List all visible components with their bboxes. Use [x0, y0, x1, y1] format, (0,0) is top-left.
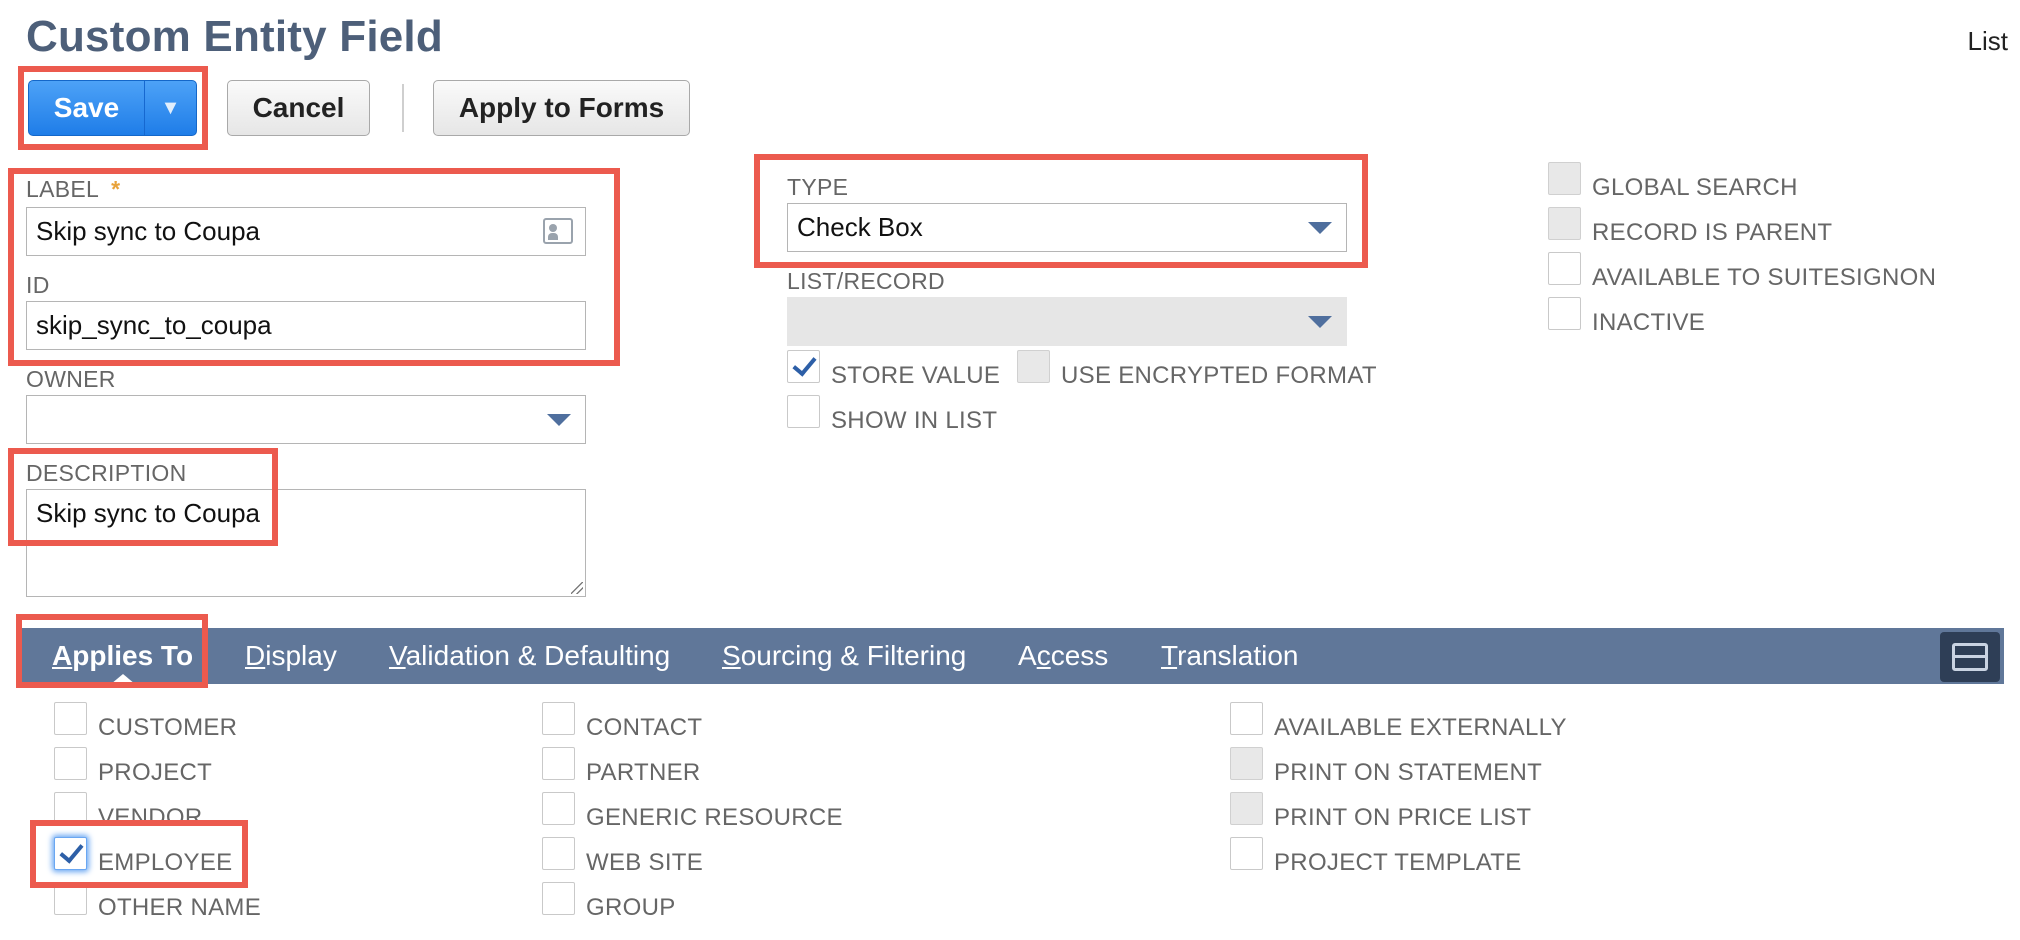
other-name-checkbox[interactable]	[54, 882, 87, 915]
employee-label: EMPLOYEE	[98, 849, 233, 876]
description-field-caption: DESCRIPTION	[26, 460, 187, 486]
generic-resource-label: GENERIC RESOURCE	[586, 804, 843, 831]
group-checkbox[interactable]	[542, 882, 575, 915]
subtab-bar: Applies To Display Validation & Defaulti…	[16, 628, 2004, 684]
tab-validation-defaulting[interactable]: Validation & Defaulting	[389, 628, 670, 684]
page-title: Custom Entity Field	[26, 12, 443, 61]
dropdown-arrow-icon	[1308, 221, 1332, 234]
required-mark: *	[111, 176, 121, 202]
toolbar-divider	[402, 84, 404, 132]
project-checkbox[interactable]	[54, 747, 87, 780]
employee-checkbox[interactable]	[54, 837, 87, 870]
id-input-value: skip_sync_to_coupa	[36, 310, 272, 340]
vendor-label: VENDOR	[98, 804, 203, 831]
contact-checkbox[interactable]	[542, 702, 575, 735]
print-on-statement-label: PRINT ON STATEMENT	[1274, 759, 1543, 786]
print-on-price-list-checkbox	[1230, 792, 1263, 825]
global-search-checkbox	[1548, 162, 1581, 195]
id-input[interactable]: skip_sync_to_coupa	[26, 301, 586, 350]
available-to-suitesignon-label: AVAILABLE TO SUITESIGNON	[1592, 264, 1937, 291]
customer-checkbox[interactable]	[54, 702, 87, 735]
available-to-suitesignon-checkbox[interactable]	[1548, 252, 1581, 285]
use-encrypted-format-checkbox	[1017, 350, 1050, 383]
description-textarea[interactable]: Skip sync to Coupa	[26, 489, 586, 597]
show-in-list-checkbox[interactable]	[787, 395, 820, 428]
project-template-label: PROJECT TEMPLATE	[1274, 849, 1522, 876]
apply-to-forms-button[interactable]: Apply to Forms	[433, 80, 690, 136]
owner-field-caption: OWNER	[26, 366, 116, 392]
contact-card-icon[interactable]	[543, 218, 573, 244]
print-on-price-list-label: PRINT ON PRICE LIST	[1274, 804, 1532, 831]
tab-access[interactable]: Access	[1018, 628, 1108, 684]
project-label: PROJECT	[98, 759, 213, 786]
type-select[interactable]: Check Box	[787, 203, 1347, 252]
other-name-label: OTHER NAME	[98, 894, 262, 921]
save-button[interactable]: Save	[29, 81, 145, 135]
generic-resource-checkbox[interactable]	[542, 792, 575, 825]
save-dropdown-button[interactable]: ▼	[145, 81, 196, 135]
use-encrypted-format-label: USE ENCRYPTED FORMAT	[1061, 362, 1377, 389]
chevron-down-icon: ▼	[160, 96, 181, 119]
id-field-caption: ID	[26, 272, 50, 298]
partner-checkbox[interactable]	[542, 747, 575, 780]
active-tab-caret-icon	[110, 674, 135, 684]
tab-applies-to[interactable]: Applies To	[52, 628, 193, 684]
customer-label: CUSTOMER	[98, 714, 238, 741]
vendor-checkbox[interactable]	[54, 792, 87, 825]
available-externally-checkbox[interactable]	[1230, 702, 1263, 735]
dropdown-arrow-icon	[1308, 315, 1332, 328]
project-template-checkbox[interactable]	[1230, 837, 1263, 870]
tab-translation[interactable]: Translation	[1161, 628, 1298, 684]
tab-sourcing-filtering[interactable]: Sourcing & Filtering	[722, 628, 966, 684]
description-value: Skip sync to Coupa	[36, 498, 261, 528]
list-link[interactable]: List	[1968, 26, 2008, 57]
label-input-value: Skip sync to Coupa	[36, 216, 261, 246]
group-label: GROUP	[586, 894, 676, 921]
tab-display[interactable]: Display	[245, 628, 337, 684]
print-on-statement-checkbox	[1230, 747, 1263, 780]
dropdown-arrow-icon	[547, 413, 571, 426]
contact-label: CONTACT	[586, 714, 703, 741]
inactive-checkbox[interactable]	[1548, 297, 1581, 330]
inactive-label: INACTIVE	[1592, 309, 1706, 336]
available-externally-label: AVAILABLE EXTERNALLY	[1274, 714, 1567, 741]
save-button-group: Save ▼	[28, 80, 197, 136]
web-site-checkbox[interactable]	[542, 837, 575, 870]
list-record-field-caption: LIST/RECORD	[787, 268, 945, 294]
resize-grip-icon[interactable]	[571, 582, 583, 594]
store-value-checkbox[interactable]	[787, 350, 820, 383]
global-search-label: GLOBAL SEARCH	[1592, 174, 1798, 201]
layout-toggle-icon	[1952, 643, 1988, 671]
tab-layout-menu-button[interactable]	[1940, 632, 2000, 682]
type-field-caption: TYPE	[787, 174, 849, 200]
list-record-select	[787, 297, 1347, 346]
record-is-parent-label: RECORD IS PARENT	[1592, 219, 1833, 246]
show-in-list-label: SHOW IN LIST	[831, 407, 998, 434]
web-site-label: WEB SITE	[586, 849, 704, 876]
record-is-parent-checkbox	[1548, 207, 1581, 240]
owner-select[interactable]	[26, 395, 586, 444]
partner-label: PARTNER	[586, 759, 701, 786]
label-input[interactable]: Skip sync to Coupa	[26, 207, 586, 256]
type-select-value: Check Box	[797, 212, 923, 242]
label-field-caption: LABEL *	[26, 176, 121, 202]
store-value-label: STORE VALUE	[831, 362, 1001, 389]
cancel-button[interactable]: Cancel	[227, 80, 370, 136]
